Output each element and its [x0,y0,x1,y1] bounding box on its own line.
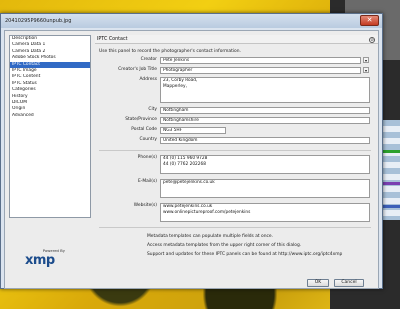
phones-label: Phone(s) [137,155,157,160]
postal-code-field[interactable]: NG3 5HF [160,127,226,134]
cancel-button[interactable]: Cancel [334,279,364,287]
info-line-access: Access metadata templates from the upper… [147,243,302,248]
section-divider [99,150,371,151]
sidebar-item-advanced[interactable]: Advanced [10,113,90,119]
postal-code-label: Postal Code [131,127,157,132]
creator-field[interactable]: Pete Jenkins [160,57,361,64]
panel-header: IPTC Contact [95,35,378,44]
country-field[interactable]: United Kingdom [160,137,370,144]
dialog-content: Description Camera Data 1 Camera Data 2 … [4,30,379,289]
category-sidebar: Description Camera Data 1 Camera Data 2 … [9,35,91,218]
iptc-contact-panel: IPTC Contact ⊙ Use this panel to record … [95,35,378,273]
city-label: City [148,107,157,112]
panel-title: IPTC Contact [97,36,128,42]
phones-field[interactable]: 44 (0) 115 960 9728 44 (0) 7762 202268 [160,155,370,174]
websites-field[interactable]: www.petejenkins.co.uk www.onlinepicturep… [160,203,370,222]
file-info-dialog: 20410295P9660unpub.jpg ✕ Description Cam… [0,13,383,289]
country-label: Country [139,137,157,142]
city-field[interactable]: Nottingham [160,107,370,114]
close-icon: ✕ [366,16,373,24]
ok-button[interactable]: OK [307,279,329,287]
panel-description: Use this panel to record the photographe… [99,49,241,54]
state-field[interactable]: Nottinghamshire [160,117,370,124]
xmp-logo: Powered By xmp [25,248,65,274]
emails-label: E-Mail(s) [138,179,157,184]
websites-label: Website(s) [133,203,157,208]
info-line-templates: Metadata templates can populate multiple… [147,234,274,239]
dialog-titlebar[interactable]: 20410295P9660unpub.jpg ✕ [1,14,382,28]
creator-dropdown-icon[interactable]: ▾ [363,57,369,63]
info-divider [99,227,371,228]
dialog-title: 20410295P9660unpub.jpg [5,18,72,24]
address-field[interactable]: 23, Corby Road, Mapperley, [160,77,370,103]
job-title-label: Creator's Job Title [118,67,157,72]
xmp-brand: xmp [25,253,55,268]
address-label: Address [139,77,158,82]
template-menu-icon[interactable]: ⊙ [369,37,375,43]
state-label: State/Province [125,117,157,122]
creator-label: Creator [140,57,157,62]
close-button[interactable]: ✕ [360,15,379,26]
job-title-dropdown-icon[interactable]: ▾ [363,67,369,73]
job-title-field[interactable]: Photographer [160,67,361,74]
emails-field[interactable]: pete@petejenkins.co.uk [160,179,370,198]
info-line-support: Support and updates for these IPTC panel… [147,252,343,257]
